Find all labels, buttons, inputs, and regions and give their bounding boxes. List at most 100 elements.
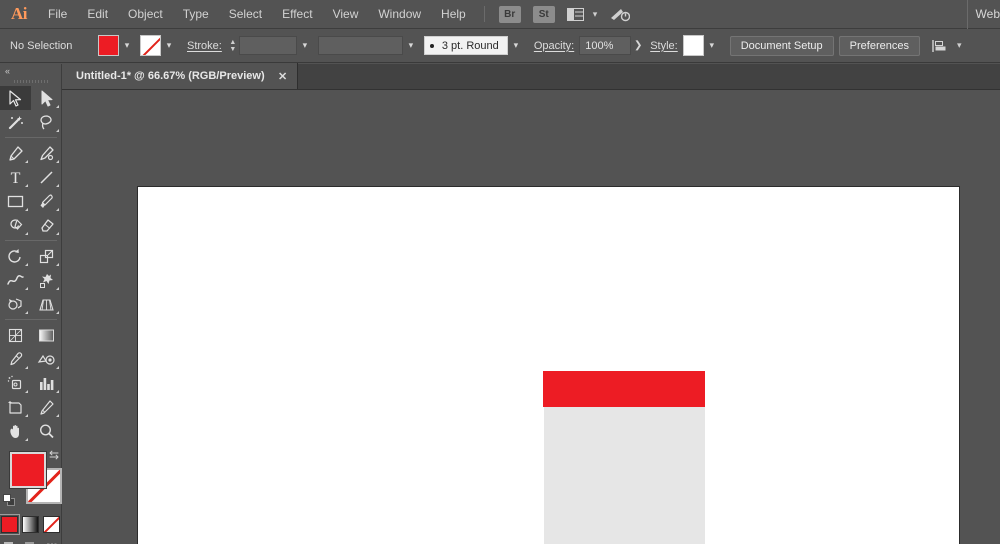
collapse-panel-icon[interactable]: « xyxy=(0,64,61,77)
opacity-input[interactable]: 100% xyxy=(579,36,631,55)
width-profile-chevron-icon[interactable]: ▾ xyxy=(403,36,419,56)
menu-help[interactable]: Help xyxy=(431,0,476,29)
menu-select[interactable]: Select xyxy=(219,0,272,29)
document-tab[interactable]: Untitled-1* @ 66.67% (RGB/Preview) ✕ xyxy=(62,63,298,89)
stroke-weight-input[interactable] xyxy=(239,36,297,55)
menu-window[interactable]: Window xyxy=(368,0,431,29)
stroke-dropdown-chevron-icon[interactable]: ▾ xyxy=(161,36,177,56)
menu-file[interactable]: File xyxy=(38,0,77,29)
line-segment-tool[interactable] xyxy=(31,165,62,189)
artboard[interactable] xyxy=(137,186,960,544)
rotate-tool[interactable] xyxy=(0,244,31,268)
gray-rectangle[interactable] xyxy=(544,407,705,544)
workspace-name-label[interactable]: Web xyxy=(967,0,1000,29)
preferences-button[interactable]: Preferences xyxy=(839,36,920,56)
mesh-tool[interactable] xyxy=(0,323,31,347)
tool-divider xyxy=(5,240,57,241)
canvas-area[interactable] xyxy=(62,90,1000,544)
selection-tool[interactable] xyxy=(0,86,31,110)
svg-text:T: T xyxy=(11,170,21,186)
shape-builder-tool[interactable] xyxy=(0,292,31,316)
magic-wand-tool[interactable] xyxy=(0,110,31,134)
graphic-style-chevron-icon[interactable]: ▾ xyxy=(704,36,720,56)
gradient-mode-button[interactable] xyxy=(22,516,39,533)
graphic-style-swatch[interactable] xyxy=(683,35,704,56)
zoom-tool[interactable] xyxy=(31,419,62,443)
draw-normal-button[interactable] xyxy=(2,540,18,544)
workspace-chevron-icon[interactable]: ▾ xyxy=(593,9,598,20)
fill-color-swatch[interactable] xyxy=(98,35,119,56)
slice-tool[interactable] xyxy=(31,395,62,419)
fill-stroke-control: ⇆ xyxy=(0,449,62,511)
document-tab-title: Untitled-1* @ 66.67% (RGB/Preview) xyxy=(76,70,265,82)
default-fill-stroke-icon[interactable] xyxy=(3,494,16,507)
pen-tool[interactable] xyxy=(0,141,31,165)
shaper-tool[interactable] xyxy=(0,213,31,237)
menubar-divider xyxy=(484,6,485,22)
menu-edit[interactable]: Edit xyxy=(77,0,118,29)
eyedropper-tool[interactable] xyxy=(0,347,31,371)
perspective-grid-tool[interactable] xyxy=(31,292,62,316)
menu-type[interactable]: Type xyxy=(173,0,219,29)
red-rectangle[interactable] xyxy=(543,371,705,407)
menu-view[interactable]: View xyxy=(323,0,369,29)
tools-panel: « xyxy=(0,64,62,544)
hand-tool[interactable] xyxy=(0,419,31,443)
free-transform-tool[interactable] xyxy=(31,268,62,292)
opacity-expand-icon[interactable]: ❯ xyxy=(631,36,645,56)
menu-object[interactable]: Object xyxy=(118,0,173,29)
tool-grid: T xyxy=(0,86,62,443)
close-icon[interactable]: ✕ xyxy=(277,70,289,83)
paintbrush-tool[interactable] xyxy=(31,189,62,213)
direct-selection-tool[interactable] xyxy=(31,86,62,110)
eraser-tool[interactable] xyxy=(31,213,62,237)
gradient-tool[interactable] xyxy=(31,323,62,347)
width-profile-select[interactable] xyxy=(318,36,403,55)
stock-icon[interactable]: St xyxy=(533,6,555,23)
stroke-weight-label[interactable]: Stroke: xyxy=(187,40,222,52)
control-bar: No Selection ▾ ▾ Stroke: ▲▼ ▾ ▾ 3 pt. Ro… xyxy=(0,29,1000,63)
opacity-label[interactable]: Opacity: xyxy=(534,40,574,52)
color-mode-button[interactable] xyxy=(1,516,18,533)
draw-behind-button[interactable] xyxy=(23,540,39,544)
style-label[interactable]: Style: xyxy=(650,40,678,52)
bridge-icon[interactable]: Br xyxy=(499,6,521,23)
panel-drag-handle[interactable] xyxy=(0,77,61,86)
discover-icon[interactable] xyxy=(607,5,633,23)
document-tab-bar: Untitled-1* @ 66.67% (RGB/Preview) ✕ xyxy=(62,64,1000,90)
selection-status-label: No Selection xyxy=(10,40,88,52)
brush-definition-chevron-icon[interactable]: ▾ xyxy=(508,36,524,56)
blend-tool[interactable] xyxy=(31,347,62,371)
tool-divider xyxy=(5,137,57,138)
stroke-weight-chevron-icon[interactable]: ▾ xyxy=(297,36,313,56)
brush-definition-label: 3 pt. Round xyxy=(442,40,499,52)
color-mode-row xyxy=(0,516,61,533)
lasso-tool[interactable] xyxy=(31,110,62,134)
toolbar-fill-swatch[interactable] xyxy=(10,452,46,488)
stroke-weight-stepper[interactable]: ▲▼ xyxy=(227,36,239,56)
column-graph-tool[interactable] xyxy=(31,371,62,395)
none-mode-button[interactable] xyxy=(43,516,60,533)
width-tool[interactable] xyxy=(0,268,31,292)
workspace-switcher-icon[interactable] xyxy=(563,5,589,23)
draw-inside-button[interactable] xyxy=(44,540,60,544)
brush-definition-select[interactable]: 3 pt. Round xyxy=(424,36,508,55)
curvature-tool[interactable] xyxy=(31,141,62,165)
app-logo-icon: Ai xyxy=(0,0,38,29)
symbol-sprayer-tool[interactable] xyxy=(0,371,31,395)
scale-tool[interactable] xyxy=(31,244,62,268)
stroke-color-swatch[interactable] xyxy=(140,35,161,56)
menu-effect[interactable]: Effect xyxy=(272,0,322,29)
swap-fill-stroke-icon[interactable]: ⇆ xyxy=(49,449,59,461)
rectangle-tool[interactable] xyxy=(0,189,31,213)
document-setup-button[interactable]: Document Setup xyxy=(730,36,834,56)
type-tool[interactable]: T xyxy=(0,165,31,189)
menu-bar: Ai File Edit Object Type Select Effect V… xyxy=(0,0,1000,29)
align-to-artboard-icon[interactable] xyxy=(927,37,953,55)
brush-preview-icon xyxy=(430,44,434,48)
draw-mode-row xyxy=(0,540,61,544)
fill-dropdown-chevron-icon[interactable]: ▾ xyxy=(119,36,135,56)
align-chevron-icon[interactable]: ▾ xyxy=(957,40,962,51)
artboard-tool[interactable] xyxy=(0,395,31,419)
illustrator-window: Ai File Edit Object Type Select Effect V… xyxy=(0,0,1000,544)
